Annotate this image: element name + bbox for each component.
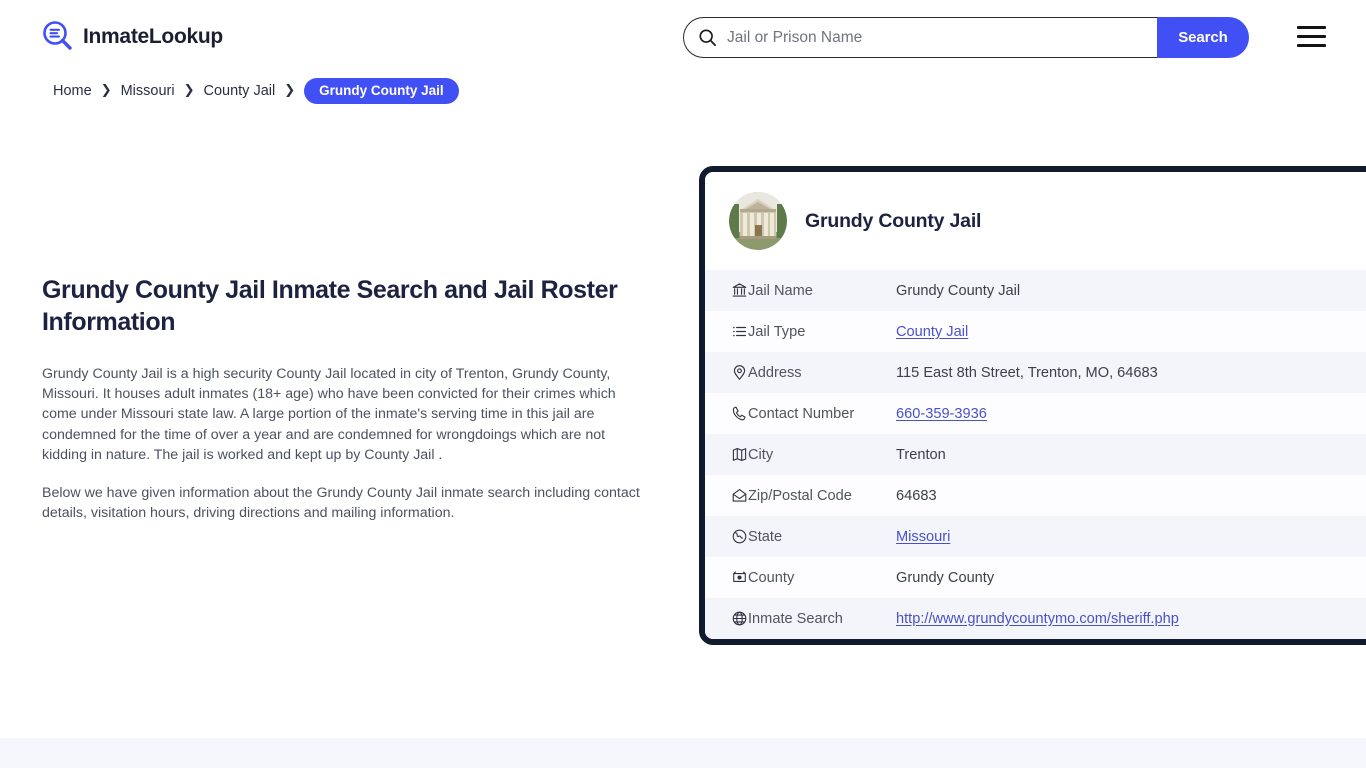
- search-input[interactable]: [717, 28, 1157, 47]
- row-label: Inmate Search: [748, 610, 843, 627]
- row-label: Zip/Postal Code: [748, 487, 852, 504]
- breadcrumb: Home ❯ Missouri ❯ County Jail ❯ Grundy C…: [53, 78, 459, 104]
- row-value: http://www.grundycountymo.com/sheriff.ph…: [896, 598, 1366, 639]
- breadcrumb-item-missouri[interactable]: Missouri: [121, 83, 175, 99]
- magnifier-lines-icon: [42, 20, 74, 52]
- table-row: Zip/Postal Code 64683: [705, 475, 1366, 516]
- list-icon: [705, 311, 748, 352]
- jail-info-card: Grundy County Jail Jail Name Grundy Coun…: [699, 166, 1366, 645]
- hamburger-bar: [1297, 26, 1326, 29]
- brand-logo-link[interactable]: InmateLookup: [42, 20, 223, 52]
- jail-info-table: Jail Name Grundy County Jail Jail Type C…: [705, 270, 1366, 639]
- row-value: 64683: [896, 487, 937, 504]
- hamburger-menu-icon[interactable]: [1297, 26, 1326, 47]
- search-field[interactable]: [683, 17, 1157, 58]
- row-value: Grundy County Jail: [896, 282, 1021, 299]
- row-value: 115 East 8th Street, Trenton, MO, 64683: [896, 364, 1158, 381]
- chevron-right-icon: ❯: [284, 82, 296, 97]
- row-value-link[interactable]: County Jail: [896, 324, 968, 340]
- bank-icon: [705, 270, 748, 311]
- search-bar: Search: [683, 17, 1249, 58]
- table-row: Contact Number 660-359-3936: [705, 393, 1366, 434]
- main-content: Grundy County Jail Inmate Search and Jai…: [42, 274, 642, 523]
- table-row: City Trenton: [705, 434, 1366, 475]
- breadcrumb-item-current: Grundy County Jail: [304, 78, 459, 104]
- row-value: Grundy County: [896, 569, 995, 586]
- row-label: Contact Number: [748, 405, 855, 422]
- chevron-right-icon: ❯: [183, 82, 195, 97]
- row-value: Trenton: [896, 446, 946, 463]
- row-value: County Jail: [896, 311, 1366, 352]
- page-root: InmateLookup Search Home ❯ Missouri: [0, 0, 1366, 768]
- table-row: Jail Type County Jail: [705, 311, 1366, 352]
- search-icon: [698, 28, 717, 47]
- search-button[interactable]: Search: [1157, 17, 1249, 58]
- row-label: County: [748, 569, 795, 586]
- table-row: Inmate Search http://www.grundycountymo.…: [705, 598, 1366, 639]
- chevron-right-icon: ❯: [100, 82, 112, 97]
- row-label: Address: [748, 364, 802, 381]
- row-value: 660-359-3936: [896, 393, 1366, 434]
- intro-paragraph-2: Below we have given information about th…: [42, 485, 640, 522]
- jail-info-card-header: Grundy County Jail: [705, 172, 1366, 270]
- row-label: City: [748, 446, 774, 463]
- map-pin-icon: [705, 352, 748, 393]
- breadcrumb-item-county-jail[interactable]: County Jail: [203, 83, 275, 99]
- envelope-icon: [705, 475, 748, 516]
- table-row: County Grundy County: [705, 557, 1366, 598]
- footer-band: [0, 738, 1366, 768]
- intro-paragraph-1: Grundy County Jail is a high security Co…: [42, 366, 616, 463]
- jail-info-card-title: Grundy County Jail: [805, 209, 982, 232]
- courthouse-photo: [729, 192, 787, 250]
- breadcrumb-item-home[interactable]: Home: [53, 83, 92, 99]
- row-label: Jail Name: [748, 282, 813, 299]
- row-value-link[interactable]: http://www.grundycountymo.com/sheriff.ph…: [896, 611, 1179, 627]
- globe-icon: [705, 598, 748, 639]
- globe-state-icon: [705, 516, 748, 557]
- brand-name: InmateLookup: [83, 24, 223, 48]
- table-row: Address 115 East 8th Street, Trenton, MO…: [705, 352, 1366, 393]
- table-row: Jail Name Grundy County Jail: [705, 270, 1366, 311]
- map-icon: [705, 434, 748, 475]
- hamburger-bar: [1297, 35, 1326, 38]
- phone-icon: [705, 393, 748, 434]
- table-row: State Missouri: [705, 516, 1366, 557]
- hamburger-bar: [1297, 44, 1326, 47]
- row-value-link[interactable]: Missouri: [896, 529, 950, 545]
- row-label: State: [748, 528, 783, 545]
- row-value: Missouri: [896, 516, 1366, 557]
- site-header: InmateLookup Search: [0, 0, 1366, 74]
- county-icon: [705, 557, 748, 598]
- page-title: Grundy County Jail Inmate Search and Jai…: [42, 276, 618, 336]
- row-label: Jail Type: [748, 323, 806, 340]
- row-value-link[interactable]: 660-359-3936: [896, 406, 987, 422]
